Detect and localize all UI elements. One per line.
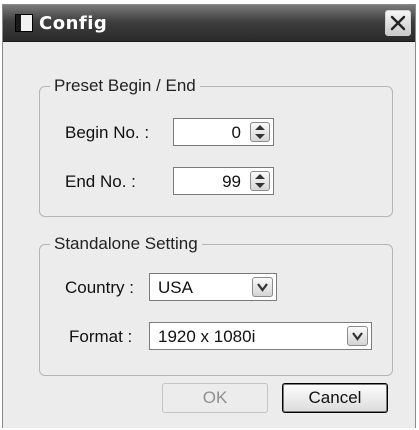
begin-no-spinner[interactable]: 0 <box>173 118 274 146</box>
ok-button[interactable]: OK <box>162 383 268 413</box>
format-label: Format : <box>69 327 133 346</box>
format-select[interactable]: 1920 x 1080i <box>149 322 372 350</box>
begin-no-value: 0 <box>231 123 241 142</box>
end-no-value: 99 <box>222 172 241 191</box>
dropdown-arrow-icon[interactable] <box>252 277 273 297</box>
preset-group: Preset Begin / End <box>39 76 393 217</box>
end-no-label: End No. : <box>65 172 136 191</box>
config-dialog: Config Preset Begin / End Begin No. : 0 … <box>2 4 416 428</box>
end-no-spinner[interactable]: 99 <box>173 167 274 195</box>
standalone-group-title: Standalone Setting <box>50 234 202 254</box>
app-window-icon <box>15 14 33 32</box>
spinner-arrows-icon[interactable] <box>250 122 270 142</box>
title-bar[interactable]: Config <box>3 5 415 42</box>
standalone-group: Standalone Setting <box>39 234 393 376</box>
close-button[interactable] <box>385 10 411 36</box>
close-icon <box>390 15 406 31</box>
dropdown-arrow-icon[interactable] <box>347 326 368 346</box>
country-value: USA <box>158 278 193 297</box>
begin-no-label: Begin No. : <box>65 123 150 142</box>
country-label: Country : <box>65 278 134 297</box>
preset-group-title: Preset Begin / End <box>50 76 200 96</box>
country-select[interactable]: USA <box>149 273 277 301</box>
window-title: Config <box>39 13 108 34</box>
cancel-button[interactable]: Cancel <box>282 383 388 413</box>
format-value: 1920 x 1080i <box>158 327 256 346</box>
spinner-arrows-icon[interactable] <box>250 171 270 191</box>
